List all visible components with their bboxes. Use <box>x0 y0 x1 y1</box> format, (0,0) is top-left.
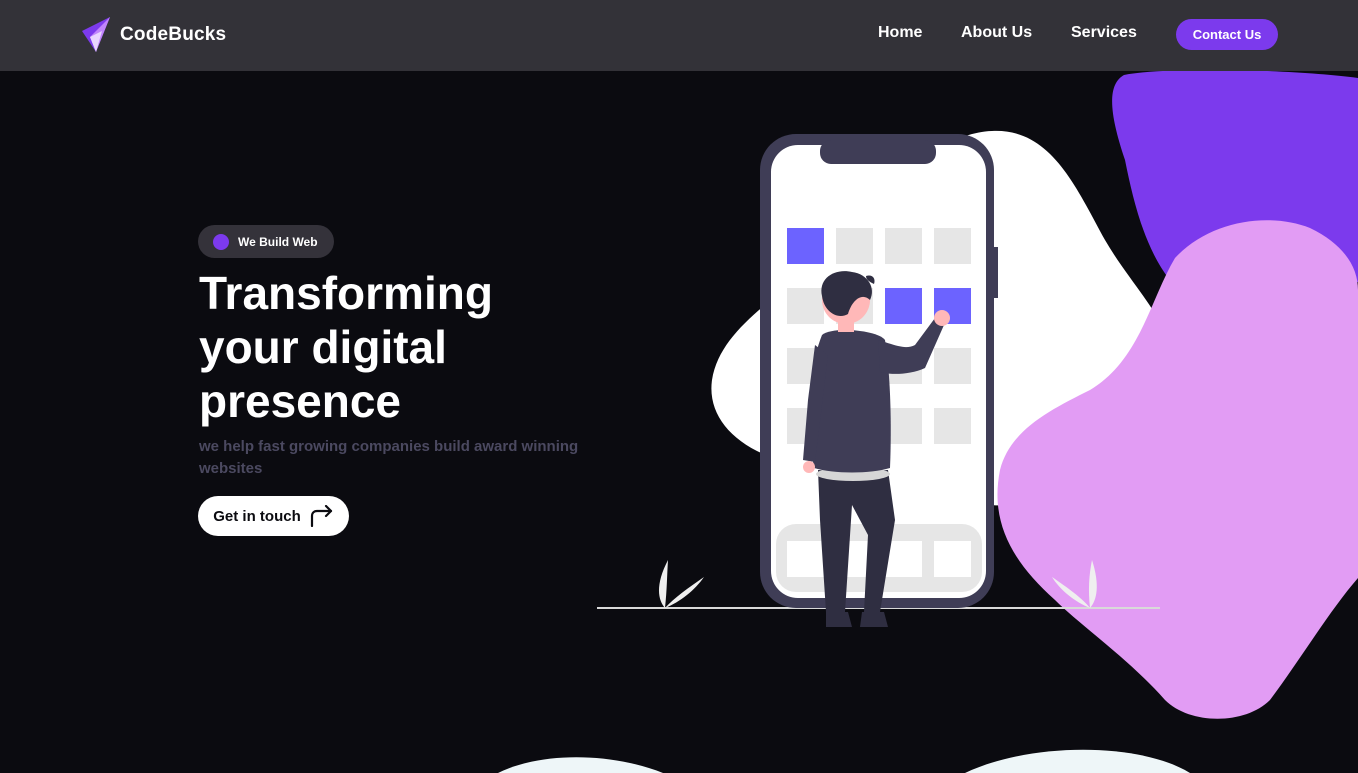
badge-label: We Build Web <box>238 234 318 249</box>
bottom-curve-right <box>965 749 1190 773</box>
bottom-curve-left <box>498 757 663 773</box>
hero-title: Transforming your digital presence <box>199 267 493 427</box>
nav-link-services[interactable]: Services <box>1071 24 1137 42</box>
brand-logo[interactable]: CodeBucks <box>82 17 226 52</box>
contact-us-button[interactable]: Contact Us <box>1176 19 1278 50</box>
plant-left-icon <box>659 560 668 608</box>
hero-badge: We Build Web <box>198 225 334 258</box>
hero-subtitle: we help fast growing companies build awa… <box>199 438 579 477</box>
arrow-turn-right-icon <box>310 505 332 527</box>
logo-icon <box>82 17 110 52</box>
cta-label: Get in touch <box>213 507 301 525</box>
navbar: CodeBucks Home About Us Services Contact… <box>0 0 1358 71</box>
nav-link-about-us[interactable]: About Us <box>961 24 1032 42</box>
nav-link-home[interactable]: Home <box>878 24 922 42</box>
badge-dot-icon <box>213 233 229 250</box>
get-in-touch-button[interactable]: Get in touch <box>198 496 349 536</box>
brand-name: CodeBucks <box>120 23 227 45</box>
